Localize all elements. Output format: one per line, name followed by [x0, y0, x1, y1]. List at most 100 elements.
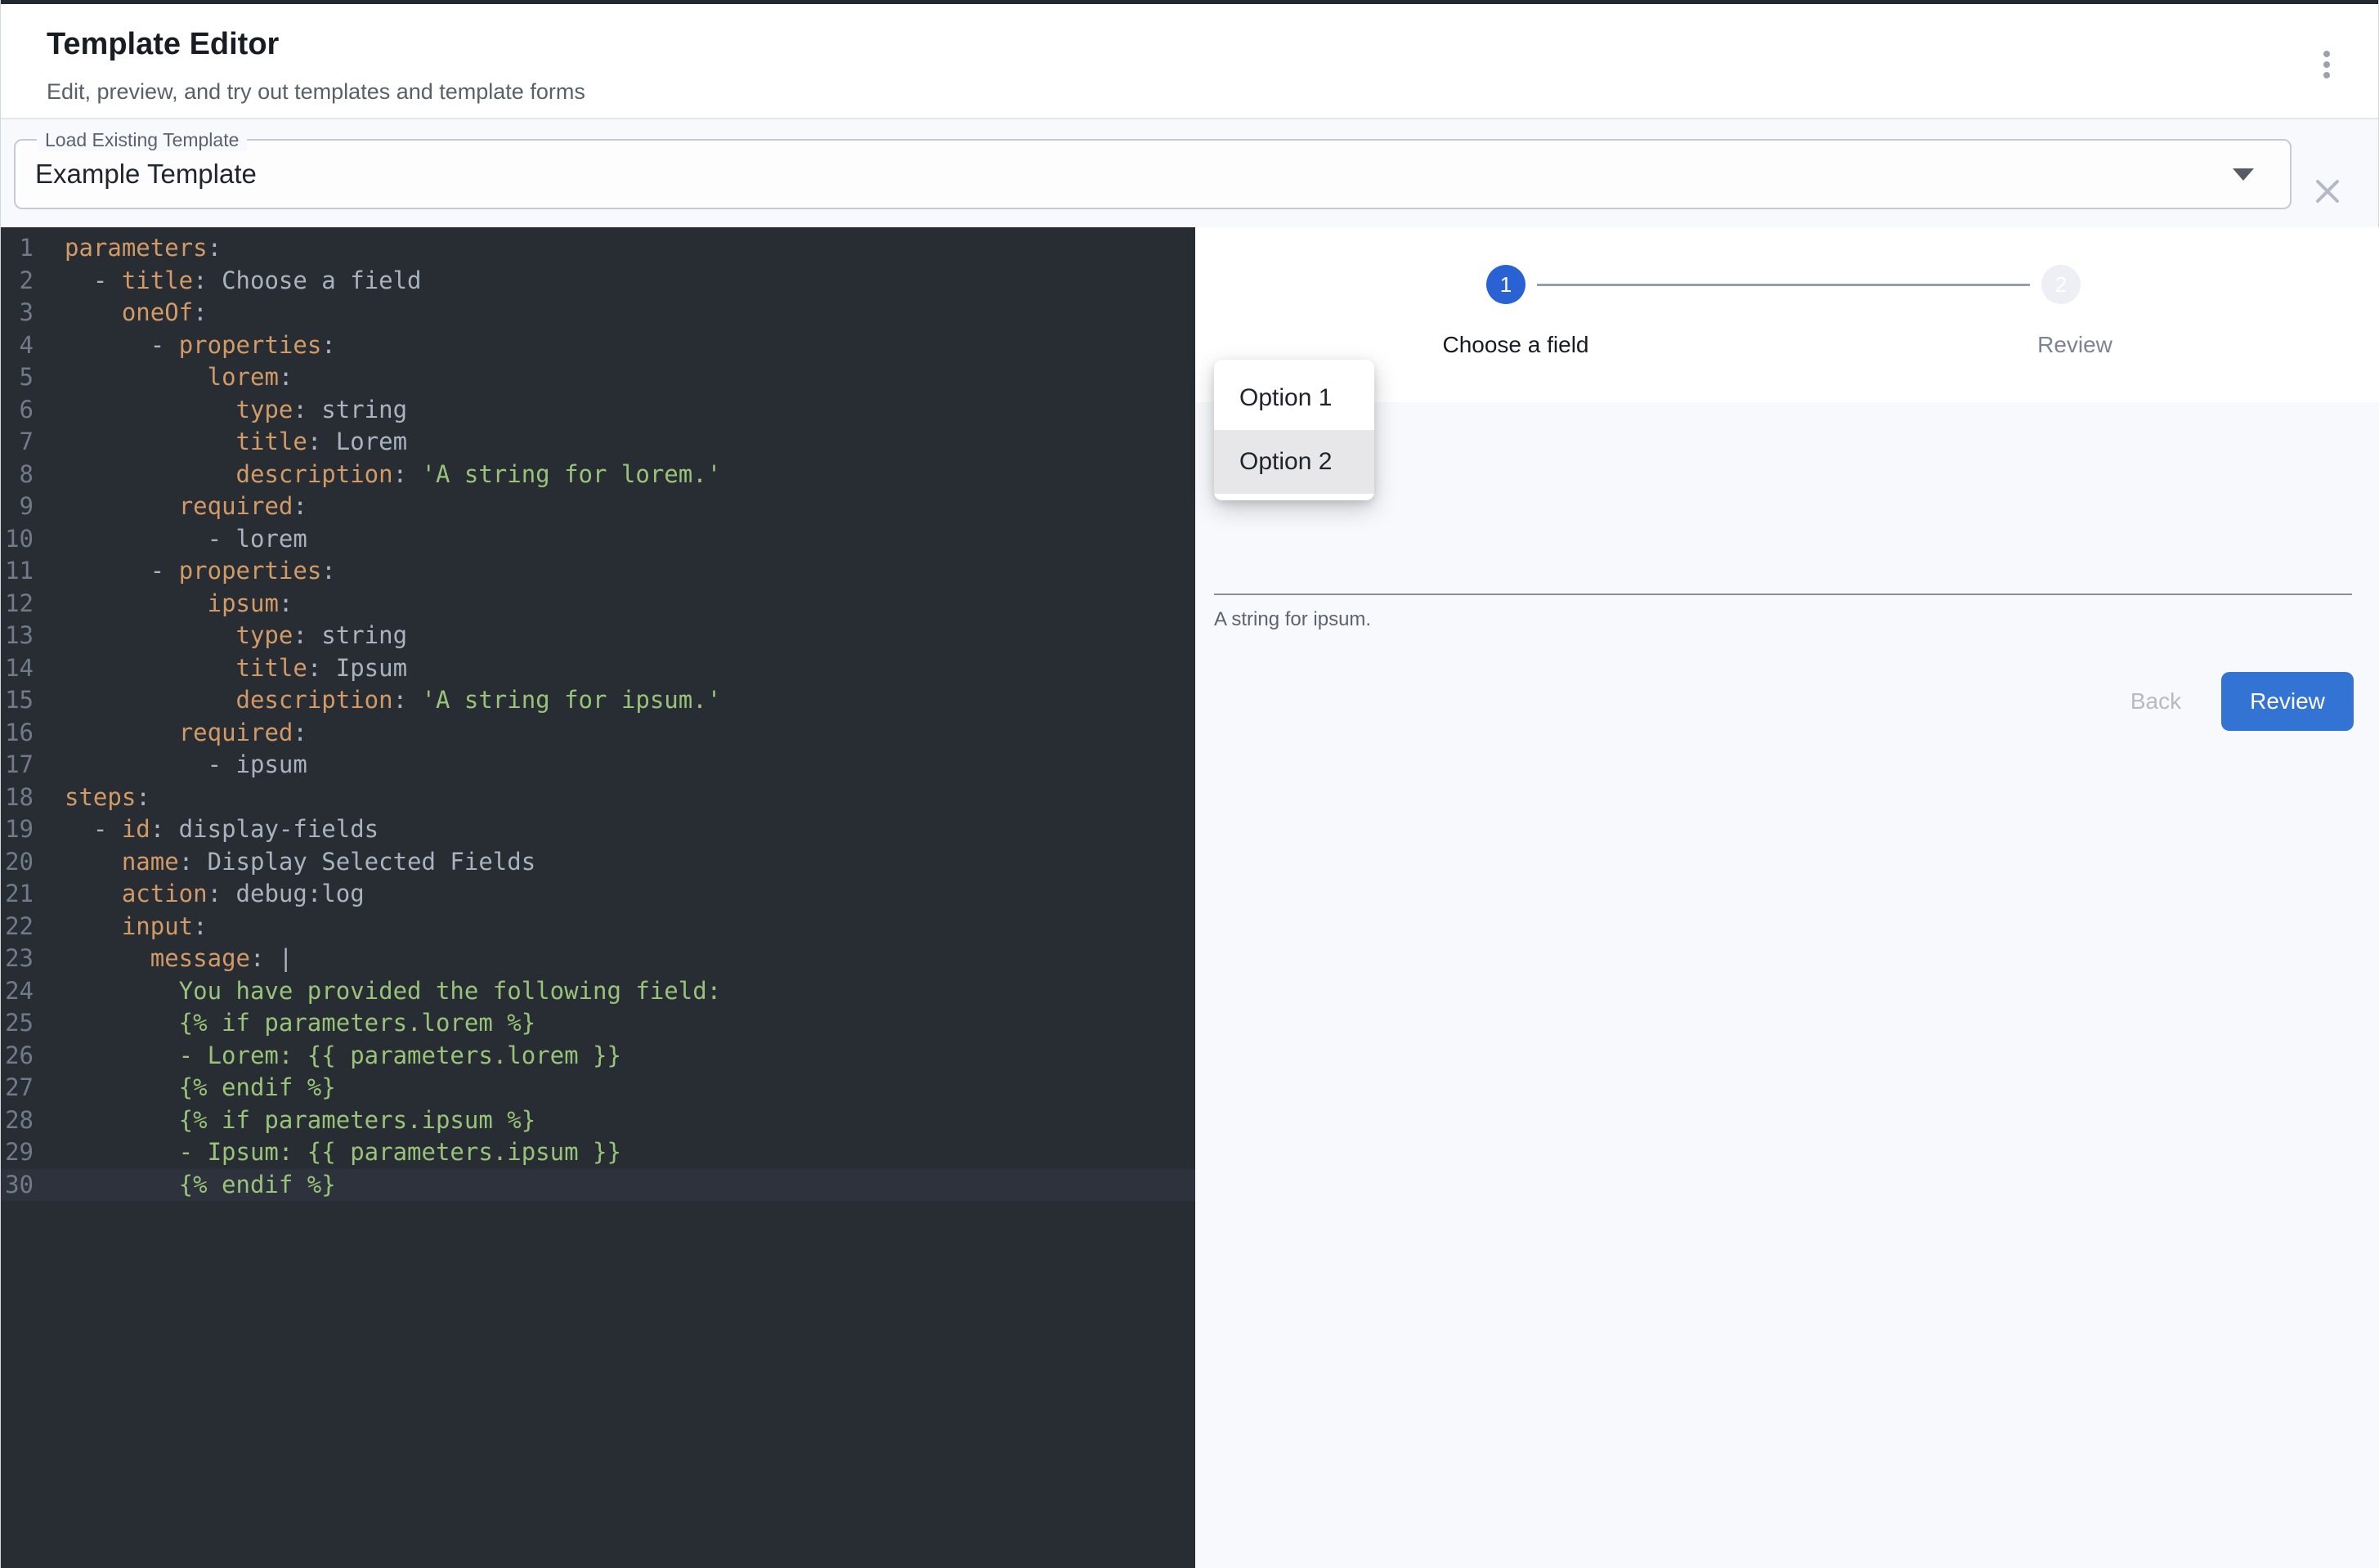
options-dropdown-menu: Option 1Option 2	[1214, 360, 1374, 500]
step-indicator-1: 1	[1486, 265, 1526, 304]
code-text: You have provided the following field:	[34, 977, 721, 1005]
page-title: Template Editor	[47, 27, 279, 62]
menu-item-option-1[interactable]: Option 1	[1214, 366, 1374, 430]
code-text: - id: display-fields	[34, 815, 379, 843]
code-text: - properties:	[34, 557, 336, 585]
code-text: - title: Choose a field	[34, 267, 422, 294]
code-line[interactable]: 30 {% endif %}	[1, 1169, 1195, 1202]
code-text: action: debug:log	[34, 880, 365, 907]
code-line[interactable]: 17 - ipsum	[1, 749, 1195, 782]
code-line[interactable]: 4 - properties:	[1, 329, 1195, 362]
code-text: - ipsum	[34, 750, 307, 778]
code-line[interactable]: 27 {% endif %}	[1, 1072, 1195, 1104]
code-text: {% endif %}	[34, 1171, 336, 1198]
code-line[interactable]: 11 - properties:	[1, 555, 1195, 588]
kebab-menu-button[interactable]	[2309, 42, 2345, 87]
code-line[interactable]: 12 ipsum:	[1, 588, 1195, 620]
line-number: 28	[1, 1104, 34, 1137]
line-number: 23	[1, 943, 34, 975]
select-value: Example Template	[35, 141, 257, 208]
line-number: 16	[1, 717, 34, 750]
line-number: 21	[1, 878, 34, 911]
line-number: 10	[1, 523, 34, 556]
chevron-down-icon	[2233, 168, 2254, 181]
line-number: 18	[1, 782, 34, 814]
line-number: 1	[1, 232, 34, 265]
code-line[interactable]: 8 description: 'A string for lorem.'	[1, 459, 1195, 491]
code-line[interactable]: 7 title: Lorem	[1, 426, 1195, 459]
line-number: 17	[1, 749, 34, 782]
back-button[interactable]: Back	[2110, 674, 2202, 728]
code-text: parameters:	[34, 234, 222, 262]
line-number: 7	[1, 426, 34, 459]
line-number: 30	[1, 1169, 34, 1202]
menu-item-option-2[interactable]: Option 2	[1214, 430, 1374, 494]
code-line[interactable]: 20 name: Display Selected Fields	[1, 846, 1195, 879]
line-number: 29	[1, 1136, 34, 1169]
code-line[interactable]: 1parameters:	[1, 232, 1195, 265]
code-text: input:	[34, 912, 208, 940]
ipsum-helper-text: A string for ipsum.	[1214, 608, 1371, 631]
code-text: required:	[34, 719, 307, 746]
code-line[interactable]: 28 {% if parameters.ipsum %}	[1, 1104, 1195, 1137]
header: Template Editor Edit, preview, and try o…	[1, 4, 2378, 119]
code-text: title: Lorem	[34, 428, 407, 455]
code-text: type: string	[34, 396, 407, 423]
code-text: oneOf:	[34, 298, 208, 326]
line-number: 27	[1, 1072, 34, 1104]
code-line[interactable]: 2 - title: Choose a field	[1, 265, 1195, 298]
line-number: 8	[1, 459, 34, 491]
step-label-review: Review	[2037, 332, 2112, 358]
code-line[interactable]: 25 {% if parameters.lorem %}	[1, 1007, 1195, 1040]
code-lines: 1parameters:2 - title: Choose a field3 o…	[1, 232, 1195, 1201]
code-line[interactable]: 29 - Ipsum: {{ parameters.ipsum }}	[1, 1136, 1195, 1169]
code-text: {% endif %}	[34, 1073, 336, 1101]
clear-template-button[interactable]	[2310, 173, 2345, 209]
line-number: 11	[1, 555, 34, 588]
review-button[interactable]: Review	[2221, 672, 2354, 731]
code-line[interactable]: 13 type: string	[1, 620, 1195, 652]
code-text: description: 'A string for ipsum.'	[34, 686, 721, 714]
line-number: 13	[1, 620, 34, 652]
code-line[interactable]: 5 lorem:	[1, 361, 1195, 394]
kebab-menu-icon	[2323, 51, 2330, 57]
step-label-choose-a-field: Choose a field	[1442, 332, 1588, 358]
code-text: steps:	[34, 783, 150, 811]
code-text: required:	[34, 492, 307, 520]
line-number: 9	[1, 491, 34, 523]
line-number: 24	[1, 975, 34, 1008]
code-line[interactable]: 10 - lorem	[1, 523, 1195, 556]
step-connector	[1537, 284, 2030, 286]
kebab-menu-icon	[2323, 72, 2330, 78]
line-number: 15	[1, 684, 34, 717]
load-template-bar: Load Existing Template Example Template	[1, 121, 2378, 227]
code-line[interactable]: 22 input:	[1, 911, 1195, 943]
code-line[interactable]: 6 type: string	[1, 394, 1195, 427]
line-number: 20	[1, 846, 34, 879]
ipsum-input-underline	[1214, 594, 2352, 595]
line-number: 14	[1, 652, 34, 685]
line-number: 5	[1, 361, 34, 394]
code-text: - Ipsum: {{ parameters.ipsum }}	[34, 1138, 621, 1166]
line-number: 2	[1, 265, 34, 298]
line-number: 19	[1, 813, 34, 846]
code-line[interactable]: 23 message: |	[1, 943, 1195, 975]
code-line[interactable]: 24 You have provided the following field…	[1, 975, 1195, 1008]
code-line[interactable]: 15 description: 'A string for ipsum.'	[1, 684, 1195, 717]
code-line[interactable]: 21 action: debug:log	[1, 878, 1195, 911]
code-line[interactable]: 19 - id: display-fields	[1, 813, 1195, 846]
line-number: 12	[1, 588, 34, 620]
code-line[interactable]: 3 oneOf:	[1, 297, 1195, 329]
code-line[interactable]: 18steps:	[1, 782, 1195, 814]
code-line[interactable]: 9 required:	[1, 491, 1195, 523]
code-text: {% if parameters.lorem %}	[34, 1009, 535, 1037]
code-text: - Lorem: {{ parameters.lorem }}	[34, 1042, 621, 1069]
code-text: - properties:	[34, 331, 336, 359]
code-line[interactable]: 16 required:	[1, 717, 1195, 750]
line-number: 25	[1, 1007, 34, 1040]
load-template-select[interactable]: Load Existing Template Example Template	[14, 139, 2292, 209]
code-line[interactable]: 26 - Lorem: {{ parameters.lorem }}	[1, 1040, 1195, 1073]
yaml-code-editor[interactable]: 1parameters:2 - title: Choose a field3 o…	[1, 227, 1195, 1568]
line-number: 22	[1, 911, 34, 943]
code-line[interactable]: 14 title: Ipsum	[1, 652, 1195, 685]
